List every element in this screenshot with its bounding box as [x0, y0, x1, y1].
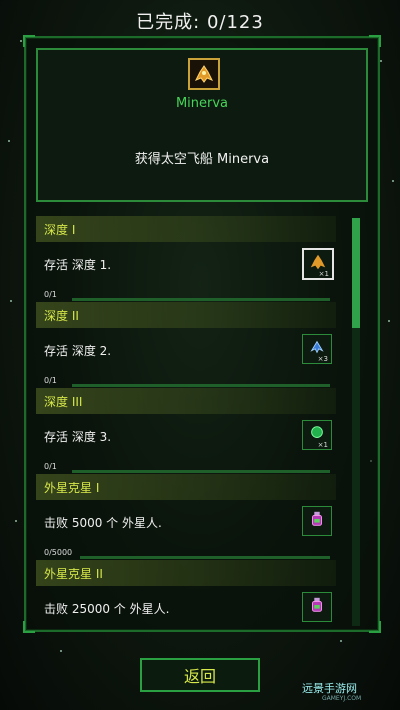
reward-multiplier: ×1	[318, 270, 329, 278]
potion-icon	[308, 596, 326, 618]
reward-icon-box[interactable]	[302, 592, 332, 622]
list-item[interactable]: 外星克星 I 击败 5000 个 外星人. 0/5000	[36, 474, 336, 560]
list-item[interactable]: 外星克星 II 击败 25000 个 外星人.	[36, 560, 336, 628]
achievement-list[interactable]: 深度 I 存活 深度 1. ×1 0/1 深度 II 存活 深度 2. ×3 0…	[36, 208, 358, 628]
achievement-title: 外星克星 I	[44, 481, 100, 495]
achievement-description: 存活 深度 2.	[44, 344, 112, 358]
potion-icon	[308, 510, 326, 532]
progress-text: 0/1	[44, 462, 57, 471]
list-item[interactable]: 深度 III 存活 深度 3. ×1 0/1	[36, 388, 336, 474]
progress-bar	[72, 470, 330, 473]
achievement-description: 存活 深度 1.	[44, 258, 112, 272]
reward-multiplier: ×3	[317, 355, 328, 363]
spaceship-icon	[188, 58, 220, 90]
reward-icon-box[interactable]: ×1	[302, 248, 334, 280]
reward-icon-box[interactable]	[302, 506, 332, 536]
watermark-subtext: GAMEYJ.COM	[322, 695, 362, 702]
achievement-title: 外星克星 II	[44, 567, 103, 581]
achievement-description: 击败 25000 个 外星人.	[44, 602, 170, 616]
watermark-logo: 远景手游网	[302, 682, 357, 695]
item-header-band	[36, 216, 336, 242]
achievement-title: 深度 II	[44, 309, 79, 323]
back-button[interactable]: 返回	[140, 658, 260, 692]
ship-name: Minerva	[175, 96, 229, 111]
progress-bar	[72, 298, 330, 301]
progress-text: 0/1	[44, 290, 57, 299]
achievement-title: 深度 III	[44, 395, 83, 409]
item-header-band	[36, 302, 336, 328]
progress-bar	[80, 556, 330, 559]
featured-reward-panel: Minerva 获得太空飞船 Minerva	[36, 48, 368, 202]
reward-icon-box[interactable]: ×3	[302, 334, 332, 364]
achievement-title: 深度 I	[44, 223, 76, 237]
list-item[interactable]: 深度 II 存活 深度 2. ×3 0/1	[36, 302, 336, 388]
list-item[interactable]: 深度 I 存活 深度 1. ×1 0/1	[36, 216, 336, 302]
list-scrollbar[interactable]	[352, 218, 360, 626]
progress-bar	[72, 384, 330, 387]
achievement-description: 击败 5000 个 外星人.	[44, 516, 162, 530]
progress-text: 0/5000	[44, 548, 73, 557]
reward-description: 获得太空飞船 Minerva	[134, 152, 270, 167]
reward-multiplier: ×1	[317, 441, 328, 449]
scroll-thumb[interactable]	[352, 218, 360, 328]
completion-counter: 已完成: 0/123	[136, 12, 264, 33]
progress-text: 0/1	[44, 376, 57, 385]
achievement-description: 存活 深度 3.	[44, 430, 112, 444]
reward-icon-box[interactable]: ×1	[302, 420, 332, 450]
